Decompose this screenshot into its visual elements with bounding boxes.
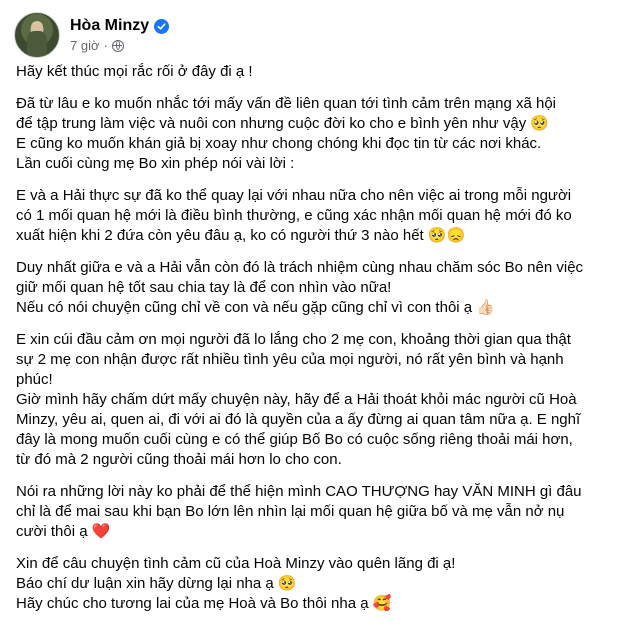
paragraph-3: E và a Hải thực sự đã ko thể quay lại vớ… xyxy=(16,186,606,246)
text-line: giữ mối quan hệ tốt sau chia tay là để c… xyxy=(16,279,392,296)
text-line: Đã từ lâu e ko muốn nhắc tới mấy vấn đề … xyxy=(16,95,556,112)
text-line: Nếu có nói chuyện cũng chỉ về con và nếu… xyxy=(16,299,495,316)
author-meta: Hòa Minzy 7 giờ · xyxy=(70,17,170,53)
text-line: Minzy, yêu ai, quen ai, đi với ai đó là … xyxy=(16,411,581,428)
separator-dot: · xyxy=(103,38,108,53)
text-line: có 1 mối quan hệ mới là điều bình thường… xyxy=(16,207,572,224)
text-line: Nói ra những lời này ko phải để thể hiện… xyxy=(16,483,582,500)
text-line: sự 2 mẹ con nhận được rất nhiều tình yêu… xyxy=(16,351,564,368)
text-line: chỉ là để mai sau khi bạn Bo lớn lên nhì… xyxy=(16,503,565,520)
verified-badge-icon xyxy=(154,18,170,34)
text-line: từ đó mà 2 người cũng thoải mái hơn lo c… xyxy=(16,451,342,468)
text-line: để tập trung làm việc và nuôi con nhưng … xyxy=(16,115,550,132)
text-line: Giờ mình hãy chấm dứt mấy chuyện này, hã… xyxy=(16,391,577,408)
text-line: xuất hiện khi 2 đứa còn yêu đâu ạ, ko có… xyxy=(16,227,466,244)
text-line: Báo chí dư luận xin hãy dừng lại nha ạ 🥺 xyxy=(16,575,297,592)
post-body: Hãy kết thúc mọi rắc rối ở đây đi ạ ! Đã… xyxy=(16,62,606,614)
avatar-body-shape xyxy=(27,31,47,57)
post-timestamp[interactable]: 7 giờ xyxy=(70,38,100,53)
paragraph-7: Xin để câu chuyện tình cảm cũ của Hoà Mi… xyxy=(16,554,606,614)
paragraph-2: Đã từ lâu e ko muốn nhắc tới mấy vấn đề … xyxy=(16,94,606,174)
text-line: E cũng ko muốn khán giả bị xoay như chon… xyxy=(16,135,542,152)
text-line: Lần cuối cùng mẹ Bo xin phép nói vài lời… xyxy=(16,155,295,172)
text-line: cười thôi ạ ❤️ xyxy=(16,523,111,540)
paragraph-4: Duy nhất giữa e và a Hải vẫn còn đó là t… xyxy=(16,258,606,318)
text-line: E và a Hải thực sự đã ko thể quay lại vớ… xyxy=(16,187,572,204)
text-line: Xin để câu chuyện tình cảm cũ của Hoà Mi… xyxy=(16,555,456,572)
text-line: Duy nhất giữa e và a Hải vẫn còn đó là t… xyxy=(16,259,584,276)
checkmark-icon xyxy=(157,22,166,30)
text-line: E xin cúi đầu cảm ơn mọi người đã lo lắn… xyxy=(16,331,571,348)
paragraph-5: E xin cúi đầu cảm ơn mọi người đã lo lắn… xyxy=(16,330,606,470)
post-header: Hòa Minzy 7 giờ · xyxy=(14,10,170,60)
author-name[interactable]: Hòa Minzy xyxy=(70,17,149,35)
text-line: phúc! xyxy=(16,371,53,388)
globe-icon[interactable] xyxy=(111,39,124,52)
text-line: đây là mong muốn cuối cùng e có thể giúp… xyxy=(16,431,573,448)
author-avatar[interactable] xyxy=(14,12,60,58)
paragraph-6: Nói ra những lời này ko phải để thể hiện… xyxy=(16,482,606,542)
paragraph-1: Hãy kết thúc mọi rắc rối ở đây đi ạ ! xyxy=(16,62,606,82)
text-line: Hãy chúc cho tương lai của mẹ Hoà và Bo … xyxy=(16,595,392,612)
post-subline: 7 giờ · xyxy=(70,38,169,53)
text-line: Hãy kết thúc mọi rắc rối ở đây đi ạ ! xyxy=(16,63,253,80)
author-name-row: Hòa Minzy xyxy=(70,17,170,35)
facebook-post: Hòa Minzy 7 giờ · Hãy kết thúc mọi rắc r… xyxy=(0,0,620,633)
